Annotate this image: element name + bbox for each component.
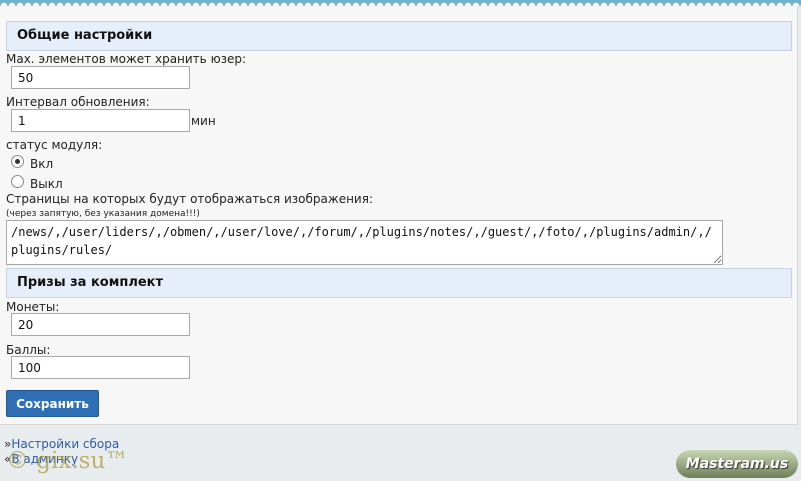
status-off-label[interactable]: Выкл xyxy=(30,177,63,191)
settings-panel: Общие настройки Мах. элементов может хра… xyxy=(0,6,798,425)
points-label: Баллы: xyxy=(6,343,51,357)
pages-textarea[interactable]: /news/,/user/liders/,/obmen/,/user/love/… xyxy=(6,220,723,265)
section-prizes-title: Призы за комплект xyxy=(6,268,792,298)
pages-hint: (через запятую, без указания домена!!!) xyxy=(6,209,200,219)
interval-unit: мин xyxy=(191,114,216,128)
status-on-label[interactable]: Вкл xyxy=(30,157,53,171)
status-label: статус модуля: xyxy=(6,138,103,152)
status-off-radio[interactable] xyxy=(11,175,24,188)
watermark-gix: © gix.su™ xyxy=(6,448,129,474)
pages-label: Страницы на которых будут отображаться и… xyxy=(6,192,373,206)
status-on-radio[interactable] xyxy=(11,155,24,168)
coins-label: Монеты: xyxy=(6,300,60,314)
section-general-title: Общие настройки xyxy=(6,21,792,51)
coins-input[interactable] xyxy=(11,313,190,336)
interval-input[interactable] xyxy=(11,109,190,132)
interval-label: Интервал обновления: xyxy=(6,95,150,109)
points-input[interactable] xyxy=(11,356,190,379)
save-button[interactable]: Сохранить xyxy=(6,390,99,417)
max-items-label: Мах. элементов может хранить юзер: xyxy=(6,52,247,66)
max-items-input[interactable] xyxy=(11,66,190,89)
masteram-logo: Masteram.us xyxy=(676,450,798,478)
